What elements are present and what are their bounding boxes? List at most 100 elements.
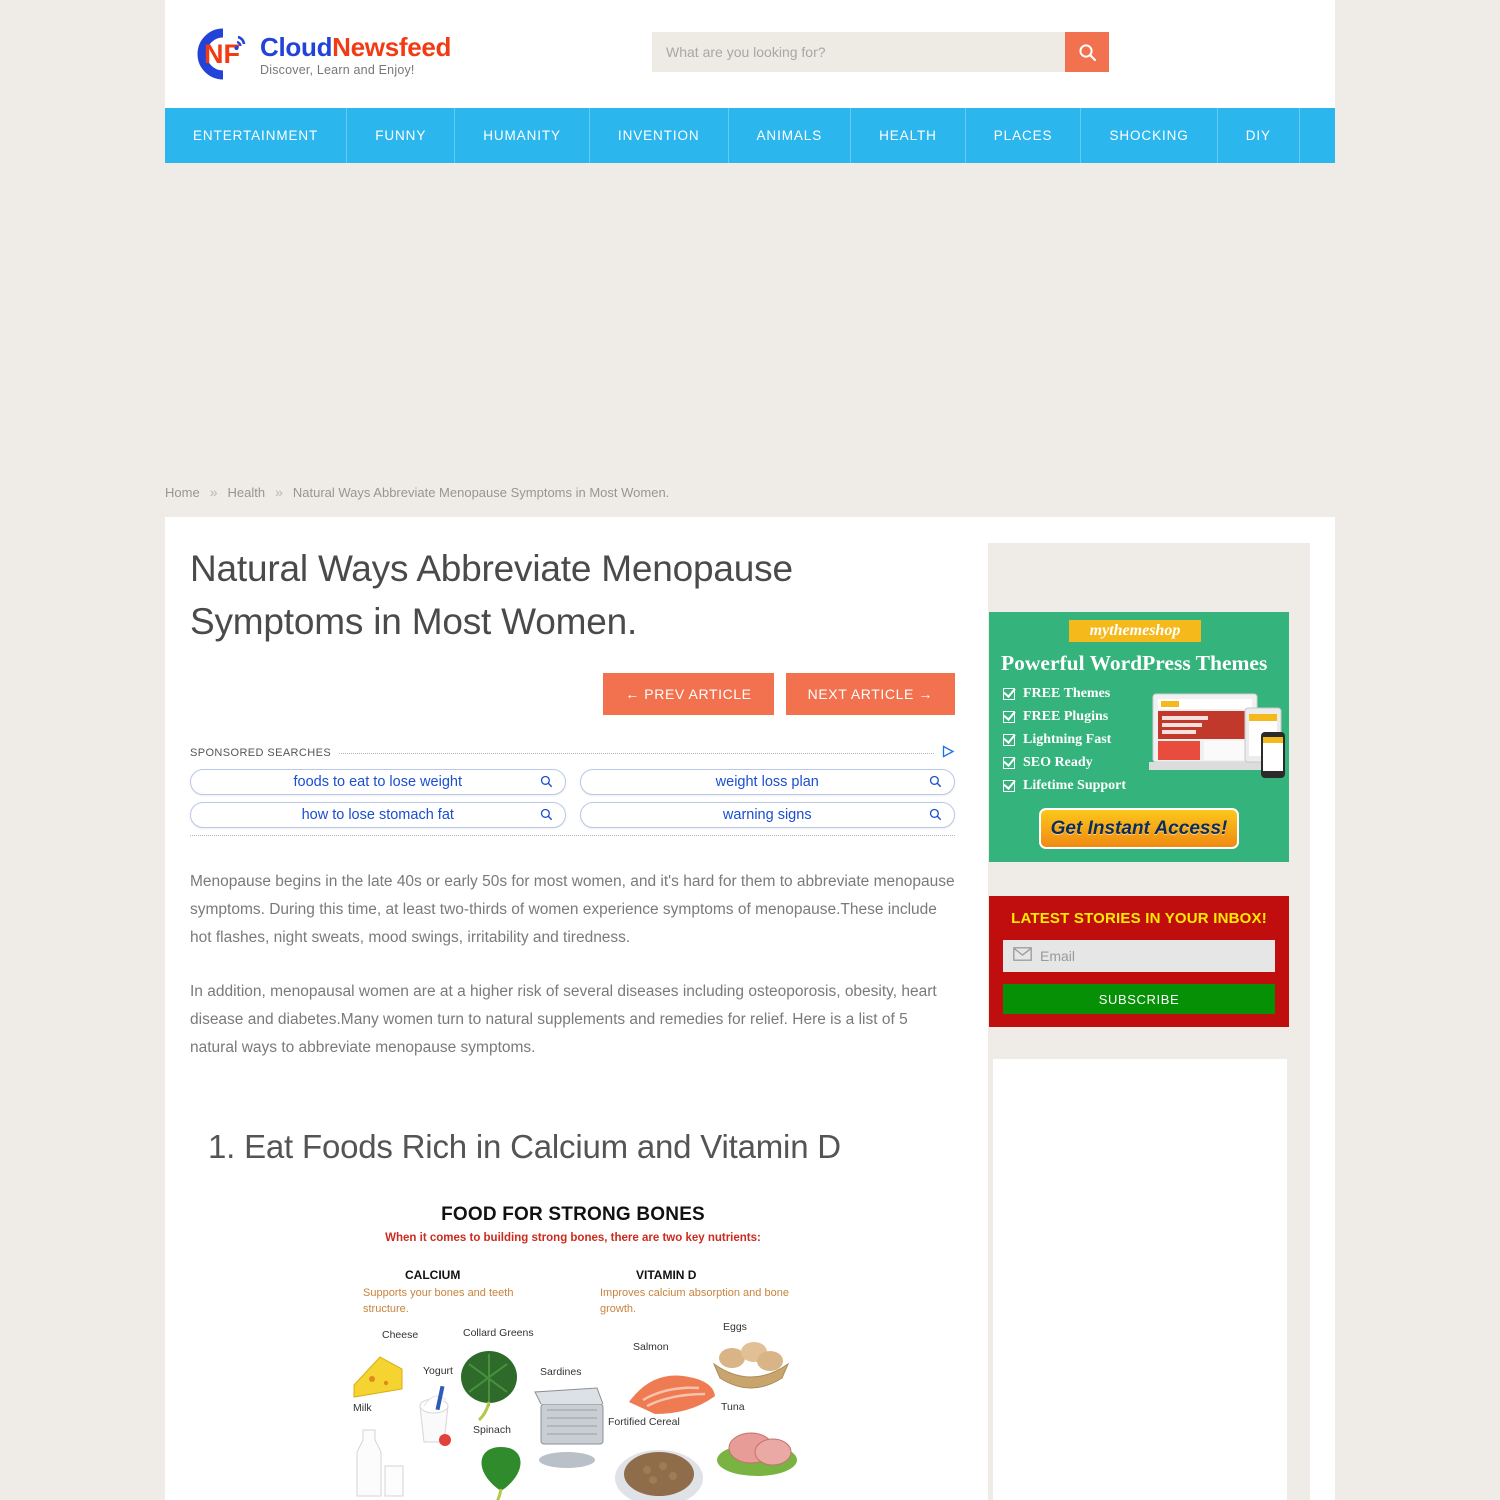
sponsored-query-1: foods to eat to lose weight — [293, 774, 462, 791]
infographic-label-spinach: Spinach — [473, 1424, 511, 1437]
sponsored-query-4: warning signs — [722, 807, 812, 824]
next-article-button[interactable]: NEXT ARTICLE → — [785, 673, 955, 716]
prev-article-button[interactable]: ← PREV ARTICLE — [603, 673, 774, 716]
nav-item-funny[interactable]: FUNNY — [347, 108, 456, 163]
sidebar-ad-slot-empty — [993, 1059, 1287, 1500]
search-icon-small-1 — [540, 775, 553, 792]
infographic-label-sardines: Sardines — [540, 1366, 582, 1379]
nav-item-shocking[interactable]: SHOCKING — [1081, 108, 1218, 163]
infographic-food-for-strong-bones: FOOD FOR STRONG BONES When it comes to b… — [193, 1194, 953, 1500]
nav-item-health[interactable]: HEALTH — [851, 108, 966, 163]
nav-item-diy[interactable]: DIY — [1218, 108, 1300, 163]
logo-word-newsfeed: Newsfeed — [332, 31, 452, 62]
article-heading-1: 1. Eat Foods Rich in Calcium and Vitamin… — [208, 1128, 841, 1166]
ad-feature-label-5: Lifetime Support — [1023, 777, 1127, 793]
sponsored-grid: foods to eat to lose weight weight loss … — [190, 769, 955, 829]
infographic-label-cheese: Cheese — [382, 1329, 419, 1342]
breadcrumb: Home » Health » Natural Ways Abbreviate … — [165, 484, 1335, 500]
check-icon-4 — [1003, 756, 1015, 769]
infographic-image-sardines — [534, 1387, 604, 1469]
newsletter-title: LATEST STORIES IN YOUR INBOX! — [1011, 910, 1267, 927]
newsletter-widget: LATEST STORIES IN YOUR INBOX! SUBSCRIBE — [989, 896, 1289, 1027]
ad-cta-button[interactable]: Get Instant Access! — [1039, 808, 1239, 849]
breadcrumb-home[interactable]: Home — [165, 485, 200, 500]
infographic-image-collard-greens — [461, 1351, 517, 1422]
sponsored-pill-1[interactable]: foods to eat to lose weight — [190, 769, 566, 796]
infographic-column-vitamind-title: VITAMIN D — [636, 1268, 697, 1283]
site-logo[interactable]: NF CloudNewsfeed Discover, Learn and Enj… — [190, 25, 451, 83]
check-icon-3 — [1003, 733, 1015, 746]
sponsored-query-3: how to lose stomach fat — [301, 807, 454, 824]
ad-feature-item-1: FREE Themes — [1003, 682, 1126, 705]
article-column: Natural Ways Abbreviate Menopause Sympto… — [190, 543, 955, 1500]
sponsored-pill-2[interactable]: weight loss plan — [579, 769, 955, 796]
content-shell: Natural Ways Abbreviate Menopause Sympto… — [165, 517, 1335, 1500]
page-root: NF CloudNewsfeed Discover, Learn and Enj… — [0, 0, 1500, 1500]
infographic-image-yogurt — [419, 1386, 451, 1447]
article-paragraph-1: Menopause begins in the late 40s or earl… — [190, 873, 955, 947]
search-button[interactable] — [1065, 32, 1109, 72]
nav-item-humanity[interactable]: HUMANITY — [455, 108, 590, 163]
nav-item-animals[interactable]: ANIMALS — [729, 108, 852, 163]
infographic-image-cheese — [353, 1356, 403, 1398]
breadcrumb-current: Natural Ways Abbreviate Menopause Sympto… — [292, 484, 670, 500]
infographic-image-eggs — [712, 1342, 790, 1389]
logo-tagline: Discover, Learn and Enjoy! — [260, 62, 415, 77]
nav-filler — [1300, 108, 1356, 163]
infographic-image-milk — [356, 1429, 404, 1497]
infographic-title: FOOD FOR STRONG BONES — [441, 1204, 705, 1226]
newsletter-email-input[interactable] — [1040, 948, 1265, 964]
infographic-image-fortified-cereal — [615, 1450, 703, 1500]
check-icon-5 — [1003, 779, 1015, 792]
mail-icon — [1013, 946, 1032, 966]
check-icon-1 — [1003, 687, 1015, 700]
infographic-image-tuna — [717, 1432, 797, 1477]
infographic-subtitle: When it comes to building strong bones, … — [385, 1232, 761, 1245]
sponsored-label: SPONSORED SEARCHES — [190, 747, 332, 760]
breadcrumb-separator-icon: » — [209, 484, 218, 500]
ad-feature-label-2: FREE Plugins — [1023, 708, 1109, 724]
check-icon-2 — [1003, 710, 1015, 723]
search-icon-small-2 — [929, 775, 942, 792]
search-input[interactable] — [652, 32, 1065, 72]
logo-word-cloud: Cloud — [260, 31, 333, 62]
ad-feature-item-5: Lifetime Support — [1003, 774, 1126, 797]
site-header: NF CloudNewsfeed Discover, Learn and Enj… — [165, 0, 1335, 108]
infographic-column-calcium-desc: Supports your bones and teeth structure. — [363, 1287, 514, 1315]
sidebar-ad-mythemeshop[interactable]: mythemeshop Powerful WordPress Themes FR… — [989, 612, 1289, 862]
ad-feature-label-4: SEO Ready — [1023, 754, 1093, 770]
adchoices-icon[interactable] — [942, 745, 955, 761]
ad-device-mockup-image — [1149, 693, 1285, 778]
infographic-column-calcium-title: CALCIUM — [405, 1268, 461, 1283]
ad-feature-label-1: FREE Themes — [1023, 685, 1111, 701]
sponsored-searches: SPONSORED SEARCHES foods to eat to lose … — [190, 745, 955, 837]
ad-feature-item-2: FREE Plugins — [1003, 705, 1126, 728]
nav-item-entertainment[interactable]: ENTERTAINMENT — [165, 108, 348, 163]
sidebar: mythemeshop Powerful WordPress Themes FR… — [988, 543, 1310, 1500]
sponsored-divider — [339, 752, 934, 754]
search-icon-small-4 — [929, 808, 942, 825]
infographic-label-milk: Milk — [353, 1402, 372, 1415]
infographic-label-yogurt: Yogurt — [423, 1365, 453, 1378]
ad-feature-item-3: Lightning Fast — [1003, 728, 1126, 751]
top-advertisement-slot — [165, 163, 1335, 468]
ad-feature-label-3: Lightning Fast — [1023, 731, 1112, 747]
nav-item-invention[interactable]: INVENTION — [590, 108, 729, 163]
sponsored-pill-3[interactable]: how to lose stomach fat — [190, 802, 566, 829]
page-title: Natural Ways Abbreviate Menopause Sympto… — [190, 548, 793, 642]
infographic-label-tuna: Tuna — [721, 1401, 745, 1414]
article-navigation: ← PREV ARTICLE NEXT ARTICLE → — [190, 673, 955, 716]
sponsored-header: SPONSORED SEARCHES — [190, 745, 955, 761]
breadcrumb-category[interactable]: Health — [227, 485, 265, 500]
sponsored-pill-4[interactable]: warning signs — [579, 802, 955, 829]
ad-brand-logo: mythemeshop — [1069, 620, 1201, 642]
newsletter-subscribe-button[interactable]: SUBSCRIBE — [1003, 984, 1275, 1014]
nav-item-places[interactable]: PLACES — [966, 108, 1082, 163]
breadcrumb-separator-icon-2: » — [275, 484, 283, 500]
ad-headline: Powerful WordPress Themes — [1001, 651, 1268, 675]
logo-wordmark: CloudNewsfeed — [260, 34, 451, 60]
infographic-image-salmon — [629, 1375, 715, 1415]
sponsored-query-2: weight loss plan — [715, 774, 819, 791]
newsletter-email-field — [1003, 940, 1275, 972]
ad-feature-item-4: SEO Ready — [1003, 751, 1126, 774]
